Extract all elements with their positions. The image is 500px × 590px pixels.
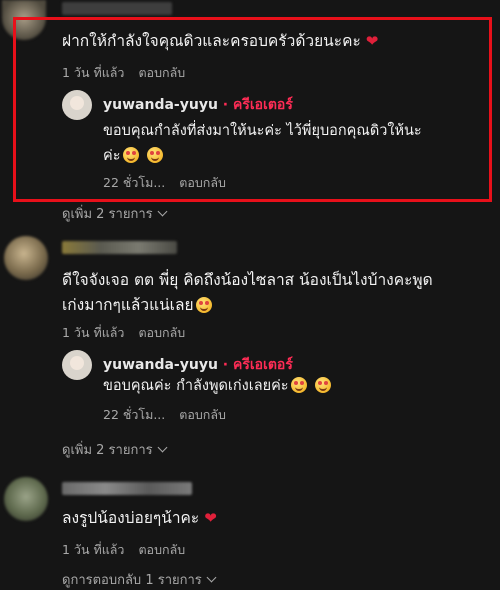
comment-text: ฝากให้กำลังใจคุณดิวและครอบครัวด้วยนะคะ ❤ [62,32,379,50]
reply-header: yuwanda-yuyu · ครีเอเตอร์ [103,354,293,376]
reply-button[interactable]: ตอบกลับ [179,407,226,422]
chevron-down-icon [157,442,168,453]
comment-meta: 1 วัน ที่แล้ว ตอบกลับ [62,63,195,83]
comment-meta: 1 วัน ที่แล้ว ตอบกลับ [62,323,195,343]
creator-avatar[interactable] [62,350,92,380]
comment-meta: 1 วัน ที่แล้ว ตอบกลับ [62,540,195,560]
reply-username[interactable]: yuwanda-yuyu [103,357,218,373]
reply-button[interactable]: ตอบกลับ [138,542,185,557]
reply-text: ขอบคุณค่ะ กำลังพูดเก่งเลยค่ะ [103,374,333,399]
comment-time: 1 วัน ที่แล้ว [62,65,125,80]
commenter-name-blurred[interactable] [62,241,177,254]
reply-time: 22 ชั่วโม... [103,175,166,190]
reply-button[interactable]: ตอบกลับ [138,325,185,340]
reply-username[interactable]: yuwanda-yuyu [103,97,218,113]
reply-button[interactable]: ตอบกลับ [179,175,226,190]
commenter-avatar[interactable] [4,236,48,280]
comment-time: 1 วัน ที่แล้ว [62,325,125,340]
comment-text: ลงรูปน้องบ่อยๆน้าคะ ❤ [62,509,217,527]
smiling-face-hearts-icon [147,147,164,163]
reply-meta: 22 ชั่วโม... ตอบกลับ [103,173,236,193]
smiling-face-hearts-icon [290,377,307,393]
view-replies[interactable]: ดูการตอบกลับ 1 รายการ [62,569,217,590]
chevron-down-icon [157,206,168,217]
heart-icon: ❤ [365,32,379,50]
commenter-avatar[interactable] [4,477,48,521]
smiling-face-hearts-icon [122,147,139,163]
reply-time: 22 ชั่วโม... [103,407,166,422]
smiling-face-hearts-icon [195,297,212,313]
reply-button[interactable]: ตอบกลับ [138,65,185,80]
reply-meta: 22 ชั่วโม... ตอบกลับ [103,405,236,425]
commenter-name-blurred[interactable] [62,2,172,15]
view-more-replies[interactable]: ดูเพิ่ม 2 รายการ [62,439,168,460]
smiling-face-hearts-icon [315,377,332,393]
creator-avatar[interactable] [62,90,92,120]
reply-text: ขอบคุณกำลังที่ส่งมาให้นะค่ะ ไว้พี่ยุบอกค… [103,123,422,164]
chevron-down-icon [206,572,217,583]
comment-time: 1 วัน ที่แล้ว [62,542,125,557]
commenter-name-blurred[interactable] [62,482,192,495]
reply-header: yuwanda-yuyu · ครีเอเตอร์ [103,94,293,116]
creator-badge: · ครีเอเตอร์ [222,357,293,373]
comment-text: ดีใจจังเจอ ตต พี่ยุ คิดถึงน้องไซลาส น้อง… [62,271,433,314]
broken-heart-icon: ❤ [204,509,217,527]
creator-badge: · ครีเอเตอร์ [222,97,293,113]
view-more-replies[interactable]: ดูเพิ่ม 2 รายการ [62,203,168,224]
